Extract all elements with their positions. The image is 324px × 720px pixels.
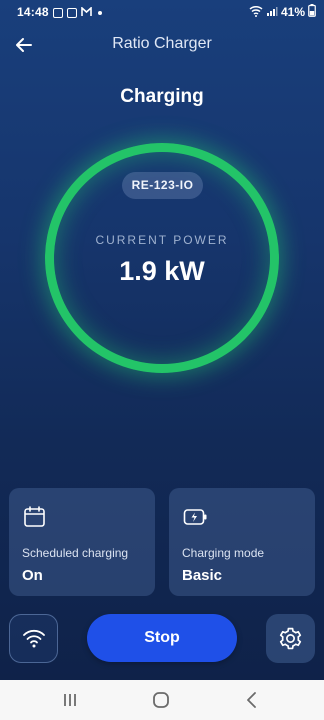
status-right: 41%: [249, 4, 316, 20]
charger-id-badge: RE-123-IO: [122, 172, 203, 199]
battery-icon: [308, 4, 316, 20]
status-time: 14:48: [17, 5, 49, 19]
scheduled-charging-label: Scheduled charging: [22, 546, 129, 560]
home-icon: [153, 692, 169, 708]
page-title: Ratio Charger: [112, 35, 212, 52]
mail-icon: [81, 6, 92, 20]
scheduled-charging-card[interactable]: Scheduled charging On: [9, 488, 155, 596]
scheduled-charging-value: On: [22, 567, 43, 584]
notification-icons: [53, 6, 102, 20]
recents-icon: [64, 694, 76, 706]
home-button[interactable]: [150, 690, 172, 710]
wifi-signal-icon: [249, 5, 263, 20]
stop-button[interactable]: Stop: [87, 614, 237, 662]
charging-status-title: Charging: [120, 86, 204, 107]
charging-mode-value: Basic: [182, 567, 223, 584]
current-power-value: 1.9 kW: [119, 256, 205, 286]
power-gauge: RE-123-IO CURRENT POWER 1.9 kW: [42, 140, 282, 376]
cast-icon: [67, 8, 77, 18]
battery-percent: 41%: [280, 5, 305, 19]
status-bar: 14:48 41%: [0, 0, 324, 24]
wifi-button[interactable]: [9, 614, 58, 663]
gear-icon: [279, 627, 302, 650]
system-nav-bar: [0, 680, 324, 720]
charging-mode-label: Charging mode: [182, 546, 265, 560]
battery-charging-icon: [183, 506, 207, 528]
back-icon: [247, 692, 256, 708]
image-icon: [53, 8, 63, 18]
app-screen: 14:48 41% Ratio Charger Charging RE-123-…: [0, 0, 324, 680]
cell-signal-icon: [266, 5, 278, 20]
nav-back-button[interactable]: [241, 690, 263, 710]
more-notifications-dot: [98, 11, 102, 15]
recents-button[interactable]: [59, 690, 81, 710]
current-power-label: CURRENT POWER: [95, 233, 229, 247]
calendar-icon: [23, 506, 47, 528]
settings-button[interactable]: [266, 614, 315, 663]
charging-mode-card[interactable]: Charging mode Basic: [169, 488, 315, 596]
wifi-icon: [23, 629, 45, 648]
